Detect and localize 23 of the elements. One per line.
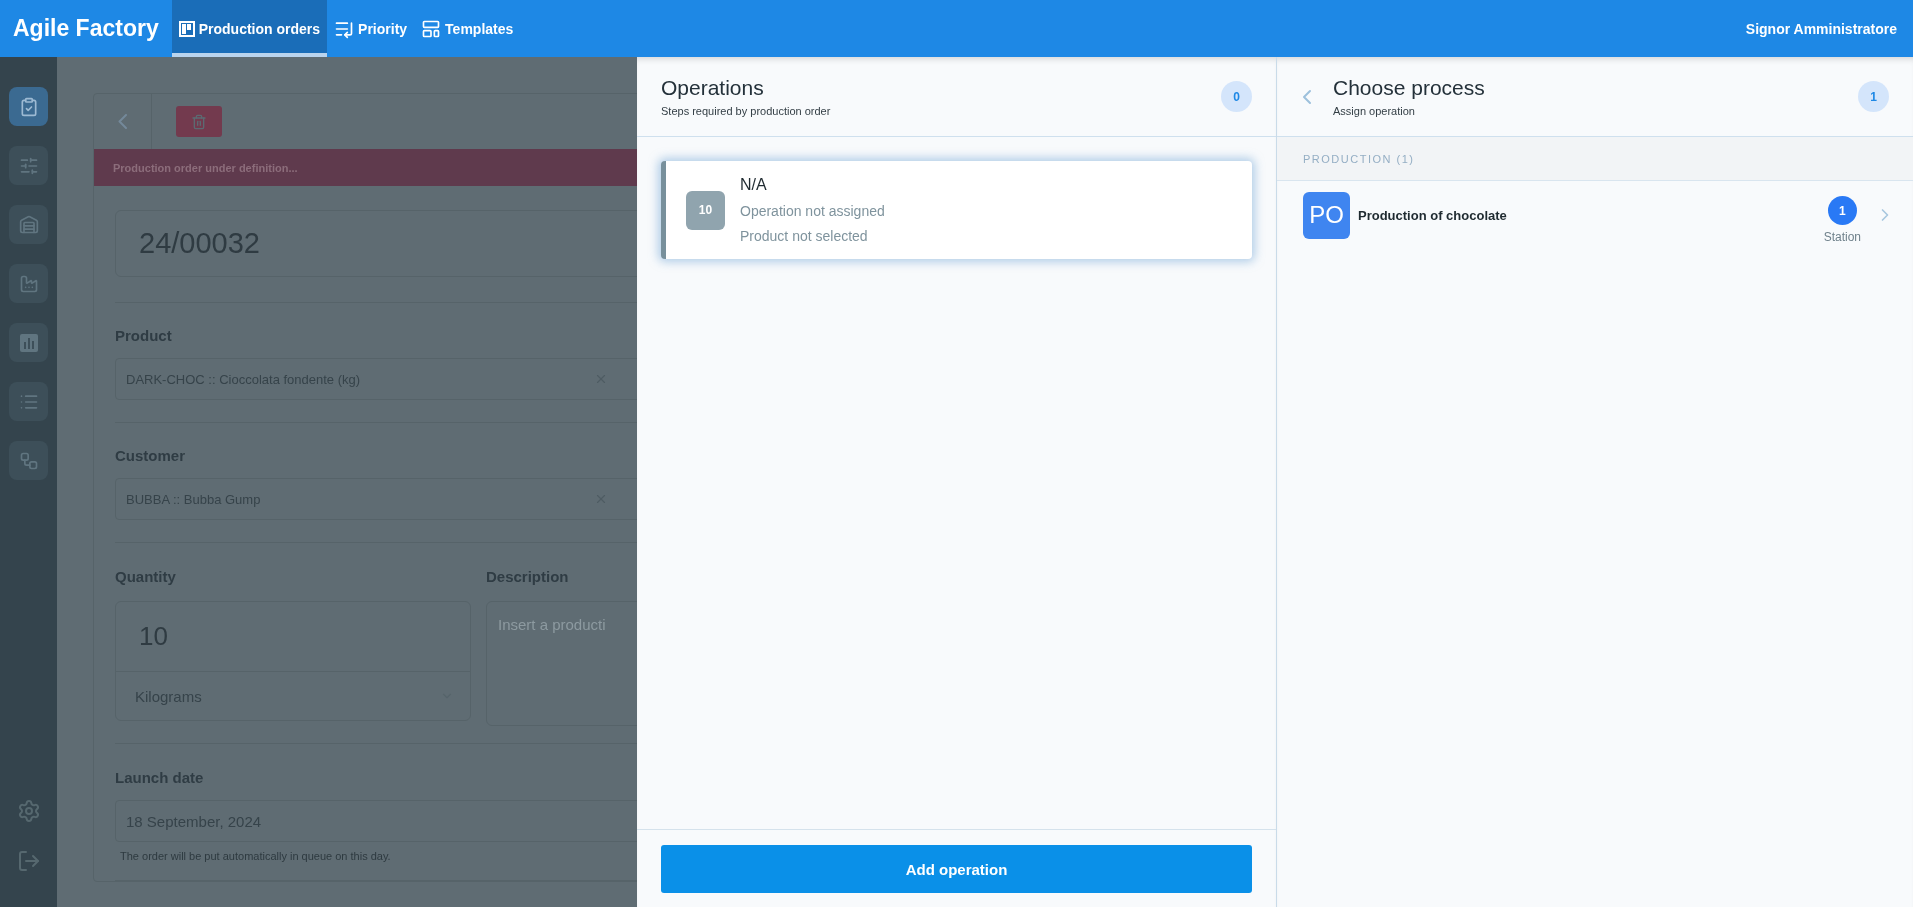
group-title: PRODUCTION (1) bbox=[1303, 152, 1415, 165]
count-badge: 1 bbox=[1858, 81, 1889, 112]
process-row[interactable]: PO Production of chocolate 1 Station bbox=[1277, 181, 1913, 249]
panel-subtitle: Assign operation bbox=[1333, 105, 1416, 117]
nav-tab[interactable]: Templates bbox=[414, 0, 521, 57]
process-avatar: PO bbox=[1303, 191, 1350, 239]
nav-tab[interactable]: Production orders bbox=[171, 0, 328, 57]
operation-name: N/A bbox=[740, 176, 768, 194]
product-status: Product not selected bbox=[740, 228, 869, 244]
user-name[interactable]: Signor Amministratore bbox=[1745, 20, 1913, 37]
process-name: Production of chocolate bbox=[1358, 207, 1508, 223]
operation-status: Operation not assigned bbox=[740, 203, 885, 219]
station-count: 1 bbox=[1827, 196, 1857, 225]
app-title: Agile Factory bbox=[12, 15, 160, 42]
panel-title: Operations bbox=[661, 76, 765, 100]
panel-title: Choose process bbox=[1333, 76, 1486, 100]
nav-tab[interactable]: Priority bbox=[327, 0, 415, 57]
count-badge: 0 bbox=[1221, 81, 1252, 112]
operation-number: 10 bbox=[686, 190, 725, 230]
panel-subtitle: Steps required by production order bbox=[661, 105, 832, 117]
station-label: Station bbox=[1823, 230, 1861, 244]
add-operation-button[interactable]: Add operation bbox=[661, 845, 1252, 893]
operation-card[interactable]: 10 N/A Operation not assigned Product not selected bbox=[661, 161, 1252, 259]
